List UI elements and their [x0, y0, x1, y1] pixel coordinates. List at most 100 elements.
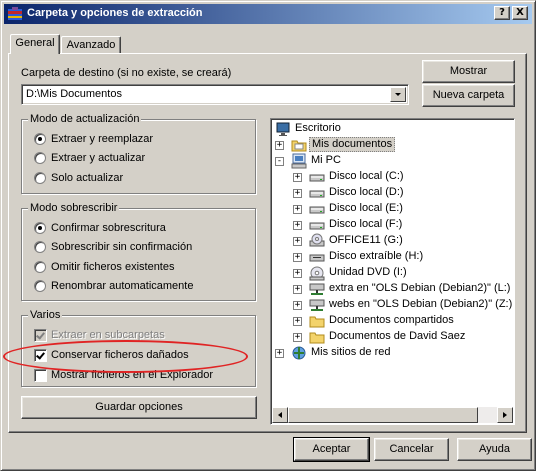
- save-options-button[interactable]: Guardar opciones: [21, 396, 257, 419]
- close-title-button[interactable]: X: [512, 6, 528, 20]
- tree-item[interactable]: + Mis sitios de red: [271, 345, 511, 361]
- tree-item-label: Mis sitios de red: [311, 346, 391, 358]
- new-folder-button-label: Nueva carpeta: [432, 89, 505, 101]
- expand-icon[interactable]: +: [293, 221, 302, 230]
- help-button[interactable]: Ayuda: [457, 438, 532, 461]
- scroll-left-button[interactable]: [272, 407, 288, 423]
- expand-icon[interactable]: +: [293, 269, 302, 278]
- cancel-button[interactable]: Cancelar: [374, 438, 449, 461]
- radio-label: Extraer y reemplazar: [51, 133, 154, 145]
- folder-icon: [309, 316, 325, 328]
- expand-icon[interactable]: +: [293, 237, 302, 246]
- save-options-label: Guardar opciones: [95, 401, 183, 413]
- tree-item-label: Unidad DVD (I:): [329, 266, 407, 278]
- arrow-left-icon: [278, 412, 282, 418]
- tree-item-label: Disco extraíble (H:): [329, 250, 424, 262]
- expand-icon[interactable]: +: [293, 189, 302, 198]
- cd-drive-icon: [309, 233, 325, 247]
- tree-item[interactable]: + Disco extraíble (H:): [271, 249, 511, 265]
- tree-item[interactable]: + Disco local (C:): [271, 169, 511, 185]
- network-places-icon: [292, 346, 306, 360]
- expand-icon[interactable]: +: [275, 141, 284, 150]
- chevron-down-icon[interactable]: [390, 87, 406, 102]
- expand-icon[interactable]: +: [293, 285, 302, 294]
- show-button-label: Mostrar: [449, 65, 488, 77]
- scroll-thumb[interactable]: [288, 407, 478, 423]
- destination-combo[interactable]: D:\Mis Documentos: [21, 84, 409, 105]
- network-drive-icon: [309, 283, 325, 295]
- expand-icon[interactable]: +: [293, 205, 302, 214]
- horizontal-scrollbar[interactable]: [272, 407, 513, 423]
- tree-item-label: Disco local (D:): [329, 186, 404, 198]
- tree-item[interactable]: + Mis documentos: [271, 137, 511, 153]
- destination-value: D:\Mis Documentos: [26, 88, 122, 100]
- tree-item[interactable]: + Disco local (E:): [271, 201, 511, 217]
- accept-button[interactable]: Aceptar: [293, 437, 370, 462]
- tree-item[interactable]: + Disco local (F:): [271, 217, 511, 233]
- tab-general[interactable]: General: [10, 34, 60, 54]
- tree-item-label: OFFICE11 (G:): [329, 234, 403, 246]
- radio-label: Confirmar sobrescritura: [51, 222, 166, 234]
- tab-advanced[interactable]: Avanzado: [61, 36, 121, 54]
- radio-button[interactable]: [34, 152, 46, 164]
- tree-item-label: Disco local (F:): [329, 218, 403, 230]
- radio-button[interactable]: [34, 241, 46, 253]
- tree-item[interactable]: + Documentos compartidos: [271, 313, 511, 329]
- tab-general-label: General: [15, 37, 55, 49]
- window-title: Carpeta y opciones de extracción: [27, 7, 203, 19]
- expand-icon[interactable]: +: [293, 301, 302, 310]
- destination-label: Carpeta de destino (si no existe, se cre…: [21, 67, 232, 79]
- new-folder-button[interactable]: Nueva carpeta: [422, 84, 515, 107]
- misc-legend: Varios: [28, 309, 63, 321]
- tree-item-label: Documentos de David Saez: [329, 330, 466, 342]
- tree-item[interactable]: + webs en "OLS Debian (Debian2)" (Z:): [271, 297, 513, 313]
- folder-tree[interactable]: Escritorio + Mis documentos - Mi PC + Disco lo…: [270, 118, 515, 425]
- expand-icon[interactable]: +: [293, 333, 302, 342]
- radio-label: Solo actualizar: [51, 172, 124, 184]
- extraction-options-dialog: Carpeta y opciones de extracción ? X Gen…: [0, 0, 536, 471]
- collapse-icon[interactable]: -: [275, 157, 284, 166]
- radio-button[interactable]: [34, 261, 46, 273]
- tree-item[interactable]: Escritorio: [271, 121, 511, 137]
- radio-button[interactable]: [34, 280, 46, 292]
- tree-item[interactable]: + OFFICE11 (G:): [271, 233, 511, 249]
- tree-item-label: extra en "OLS Debian (Debian2)" (L:): [329, 282, 511, 294]
- tree-item[interactable]: - Mi PC: [271, 153, 511, 169]
- folder-icon: [309, 332, 325, 344]
- expand-icon[interactable]: +: [293, 317, 302, 326]
- hard-drive-icon: [309, 190, 325, 198]
- desktop-icon: [276, 122, 290, 136]
- checkbox[interactable]: [34, 369, 47, 382]
- overwrite-mode-legend: Modo sobrescribir: [28, 202, 120, 214]
- tree-item[interactable]: + Disco local (D:): [271, 185, 511, 201]
- tree-item[interactable]: + Documentos de David Saez: [271, 329, 511, 345]
- tree-item-label: webs en "OLS Debian (Debian2)" (Z:): [329, 298, 513, 310]
- radio-button[interactable]: [34, 222, 46, 234]
- radio-button[interactable]: [34, 133, 46, 145]
- accept-label: Aceptar: [312, 443, 351, 455]
- scroll-right-button[interactable]: [497, 407, 513, 423]
- overwrite-mode-group: Modo sobrescribir Confirmar sobrescritur…: [21, 202, 256, 301]
- expand-icon[interactable]: +: [293, 173, 302, 182]
- expand-icon[interactable]: +: [293, 253, 302, 262]
- winrar-app-icon: [8, 7, 22, 20]
- radio-button[interactable]: [34, 172, 46, 184]
- radio-label: Sobrescribir sin confirmación: [51, 241, 193, 253]
- help-title-button[interactable]: ?: [494, 6, 510, 20]
- checkbox[interactable]: [34, 329, 47, 342]
- radio-label: Renombrar automaticamente: [51, 280, 194, 292]
- network-drive-icon: [309, 299, 325, 311]
- cancel-label: Cancelar: [389, 443, 434, 455]
- show-button[interactable]: Mostrar: [422, 60, 515, 83]
- title-bar[interactable]: Carpeta y opciones de extracción ? X: [4, 4, 532, 24]
- dvd-drive-icon: [309, 266, 325, 281]
- highlight-ellipse: [3, 340, 248, 373]
- expand-icon[interactable]: +: [275, 349, 284, 358]
- tree-item[interactable]: + extra en "OLS Debian (Debian2)" (L:): [271, 281, 511, 297]
- tree-item-label: Escritorio: [295, 122, 341, 134]
- hard-drive-icon: [309, 206, 325, 214]
- tree-item[interactable]: + Unidad DVD (I:): [271, 265, 511, 281]
- radio-label: Omitir ficheros existentes: [51, 261, 175, 273]
- hard-drive-icon: [309, 174, 325, 182]
- tab-advanced-label: Avanzado: [66, 39, 116, 51]
